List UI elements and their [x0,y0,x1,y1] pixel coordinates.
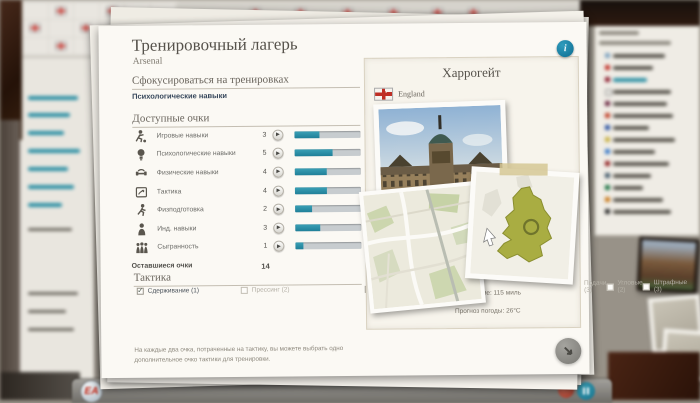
arrow-icon [561,344,575,358]
skill-row: Психологические навыки 5 ▶ [131,143,361,164]
weather-label: Прогноз погоды: 26°C [455,307,521,315]
sidebar-text [28,228,72,231]
location-title: Харрогейт [365,64,578,82]
skill-label: Психологические навыки [157,150,257,158]
country-row: England [374,87,425,100]
checkbox: ✓ [643,283,650,290]
points-bar [295,205,361,213]
sidebar-link [28,131,64,135]
focus-section-header: Сфокусироваться на тренировках [132,73,360,90]
points-bar [295,242,361,250]
add-point-button[interactable]: ▶ [273,185,284,196]
sidebar-link [28,96,78,100]
skill-value: 3 [256,131,272,138]
fitness-runner-icon [135,204,148,217]
england-flag-icon [374,88,393,101]
skill-row: Игровые навыки 3 ▶ [130,125,360,146]
skill-label: Инд. навыки [157,225,257,233]
points-bar [295,168,361,176]
points-bar [295,186,361,194]
skill-label: Физические навыки [157,169,257,177]
england-map-photo [465,166,580,284]
continue-button[interactable] [555,338,581,364]
location-panel: Харрогейт England [364,56,581,330]
tactic-checkbox-item[interactable]: ✓ Прессинг (2) [241,282,365,297]
checkbox: ✓ [137,287,144,294]
league-table-panel [594,24,700,236]
skill-value: 1 [257,243,273,250]
add-point-button[interactable]: ▶ [273,222,284,233]
sidebar-text [28,328,74,331]
skill-label: Игровые навыки [156,132,256,140]
skill-row: Физические навыки 4 ▶ [131,162,361,183]
add-point-button[interactable]: ▶ [272,129,283,140]
skill-value: 4 [257,187,273,194]
skill-value: 4 [257,169,273,176]
skill-label: Тактика [157,187,257,195]
sidebar-text [28,292,78,295]
focus-selected-skill[interactable]: Психологические навыки [132,91,227,101]
sidebar-link [28,113,70,117]
training-camp-dialog: Тренировочный лагерь Arsenal Сфокусирова… [98,22,589,378]
individual-person-icon [135,222,148,235]
skill-label: Физподготовка [157,206,257,214]
tactics-board-icon [135,185,148,198]
skill-row: Тактика 4 ▶ [131,181,361,202]
sidebar-link [28,203,62,207]
tape [500,163,548,175]
tactic-checkbox-item[interactable]: ✓ Штрафные (3) [643,279,688,293]
soccer-player-icon [134,130,147,143]
psychology-bulb-icon [135,148,148,161]
england-flag-icon [55,7,66,16]
add-point-button[interactable]: ▶ [273,241,284,252]
skill-value: 3 [257,224,273,231]
tactics-note: На каждые два очка, потраченные на такти… [134,344,372,366]
skill-row: Физподготовка 2 ▶ [131,199,361,220]
pause-icon [583,388,589,395]
tactics-grid: ✓ Сдерживание (1) ✓ Прессинг (2) ✓ Офсай… [137,282,365,298]
sidebar-link [28,149,80,153]
skill-value: 2 [257,206,273,213]
tactic-checkbox-item[interactable]: ✓ Угловые (2) [606,279,642,293]
desk-wood [608,352,700,400]
points-bar [295,224,361,232]
check-icon: ✓ [137,287,143,294]
england-flag-icon [30,24,41,33]
skill-label: Сыгранность [157,243,257,251]
skill-row: Сыгранность 1 ▶ [131,236,361,257]
checkbox: ✓ [606,283,613,290]
points-bar [295,149,361,157]
checkbox: ✓ [241,286,248,293]
desk-wood [0,372,80,400]
teamwork-group-icon [135,241,148,254]
desk-wood [0,0,22,140]
country-label: England [398,89,425,98]
skill-rows: Игровые навыки 3 ▶ Психологические навык… [130,125,361,257]
club-name: Arsenal [133,57,163,67]
page-title: Тренировочный лагерь [132,34,298,55]
desk-wood [0,120,20,400]
sidebar-link [28,185,74,189]
skill-row: Инд. навыки 3 ▶ [131,218,361,239]
info-button[interactable]: i [557,40,574,57]
add-point-button[interactable]: ▶ [273,148,284,159]
physical-muscle-icon [135,167,148,180]
add-point-button[interactable]: ▶ [273,167,284,178]
points-bar [294,131,360,139]
skill-value: 5 [257,150,273,157]
desk-wood [580,0,700,26]
england-flag-icon [55,41,66,50]
tactic-checkbox-item[interactable]: ✓ Сдерживание (1) [137,283,241,298]
add-point-button[interactable]: ▶ [273,204,284,215]
sidebar-text [28,310,66,313]
remaining-points-value: 14 [258,262,274,271]
sidebar-link [28,167,68,171]
